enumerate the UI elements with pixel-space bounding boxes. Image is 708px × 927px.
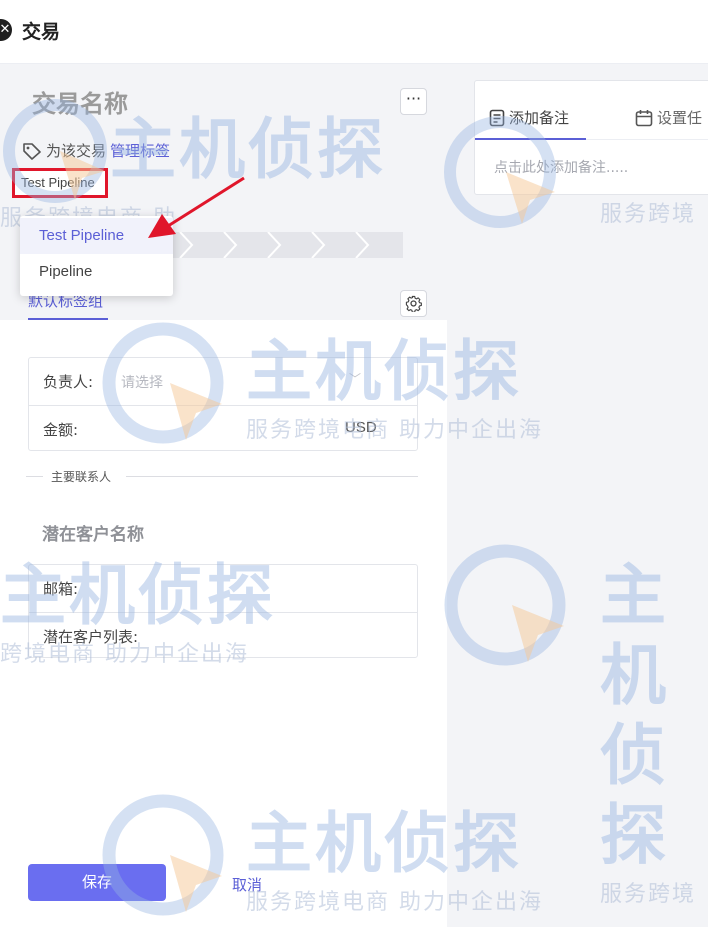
contact-fields-box: 邮箱: 潜在客户列表: — [28, 564, 418, 658]
notes-panel: 添加备注 设置任 点击此处添加备注..... — [447, 64, 708, 927]
dropdown-option-pipeline[interactable]: Pipeline — [20, 254, 173, 290]
close-icon[interactable]: ✕ — [0, 19, 12, 41]
prospect-name-field[interactable]: 潜在客户名称 — [42, 520, 144, 545]
calendar-icon — [635, 109, 653, 126]
prospect-list-row[interactable]: 潜在客户列表: — [29, 612, 417, 658]
prospect-list-label: 潜在客户列表: — [43, 628, 139, 646]
red-arrow-annotation — [148, 176, 245, 238]
deal-form-panel: 交易名称 ··· 为该交易 管理标签 Test Pipeline Test Pip… — [0, 64, 447, 927]
owner-label: 负责人: — [43, 373, 94, 391]
tab-set-task[interactable]: 设置任 — [635, 107, 702, 128]
currency-select[interactable]: USD — [345, 419, 377, 436]
amount-label: 金额: — [43, 421, 79, 439]
settings-button[interactable] — [400, 290, 427, 317]
top-bar: ✕ 交易 — [0, 0, 708, 64]
notes-card: 添加备注 设置任 点击此处添加备注..... — [474, 80, 708, 195]
page-title: 交易 — [22, 21, 61, 43]
more-options-button[interactable]: ··· — [400, 88, 427, 115]
note-input[interactable]: 点击此处添加备注..... — [494, 157, 628, 177]
tab-set-task-label: 设置任 — [657, 109, 703, 127]
note-icon — [489, 109, 505, 126]
tab-active-indicator — [28, 318, 108, 320]
email-label: 邮箱: — [43, 580, 79, 598]
deal-name-field[interactable]: 交易名称 — [32, 84, 128, 119]
cancel-button[interactable]: 取消 — [232, 874, 262, 895]
divider-line — [26, 476, 43, 477]
tag-row: 为该交易 管理标签 — [22, 140, 170, 161]
amount-row[interactable]: 金额: USD — [29, 405, 417, 451]
gear-icon — [405, 295, 422, 312]
divider-line — [126, 476, 418, 477]
manage-tags-link[interactable]: 管理标签 — [110, 140, 170, 161]
tag-icon — [23, 142, 41, 160]
email-row[interactable]: 邮箱: — [29, 565, 417, 611]
save-button[interactable]: 保存 — [28, 864, 166, 901]
tab-add-note-label: 添加备注 — [509, 109, 570, 127]
tag-prefix-text: 为该交易 — [46, 142, 107, 160]
chevron-down-icon[interactable]: ﹀ — [349, 370, 361, 387]
contact-section-divider: 主要联系人 — [51, 470, 112, 484]
owner-select[interactable]: 请选择 — [121, 372, 163, 392]
deal-fields-box: 负责人: 请选择 ﹀ 金额: USD — [28, 357, 418, 451]
pipeline-selector[interactable]: Test Pipeline — [12, 168, 108, 198]
tab-active-indicator — [475, 138, 586, 140]
tab-add-note[interactable]: 添加备注 — [489, 107, 569, 128]
owner-row[interactable]: 负责人: 请选择 ﹀ — [29, 358, 417, 404]
